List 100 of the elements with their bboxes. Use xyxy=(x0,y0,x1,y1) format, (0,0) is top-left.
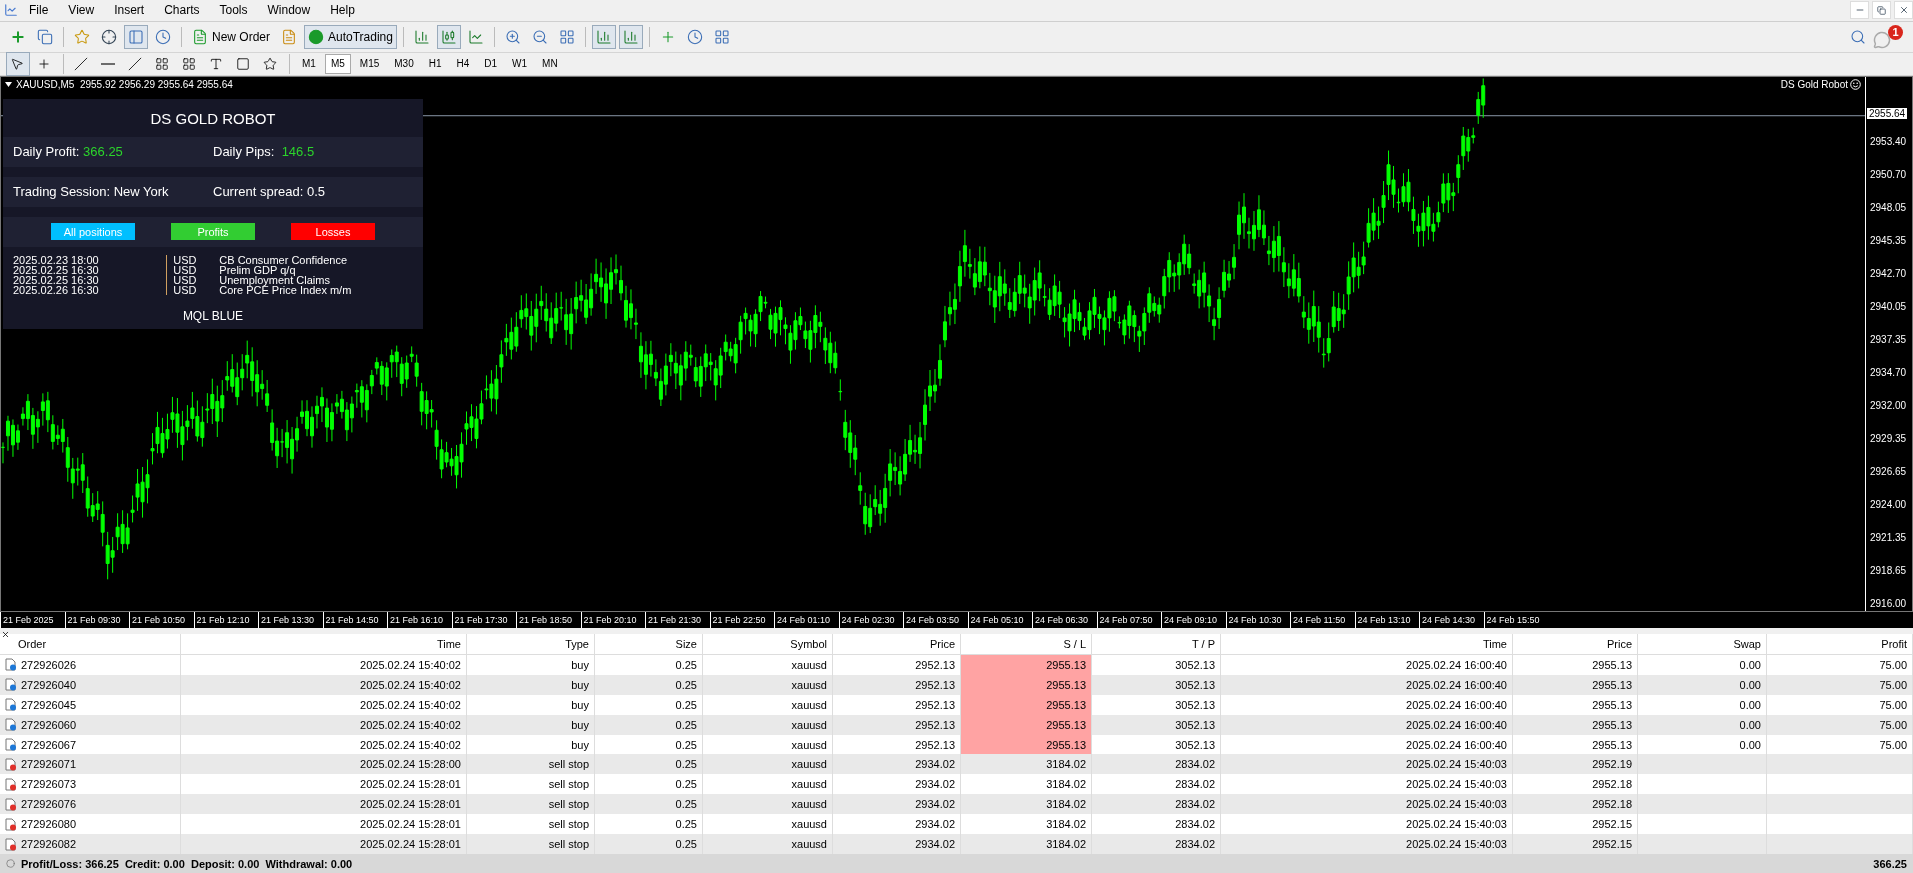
autotrading-button[interactable]: AutoTrading xyxy=(304,24,397,49)
timeframe-button[interactable]: M15 xyxy=(353,53,386,74)
order-icon xyxy=(5,797,17,811)
column-header[interactable]: Type xyxy=(467,634,595,654)
news-time: 2025.02.23 18:00 xyxy=(13,254,99,265)
table-cell: 0.25 xyxy=(595,694,703,715)
new-order-button[interactable]: New Order xyxy=(188,24,274,49)
document-icon xyxy=(281,28,297,45)
restore-icon xyxy=(1877,6,1886,15)
time-axis-label: 21 Feb 18:50 xyxy=(516,612,581,629)
price-axis-label: 2916.00 xyxy=(1869,596,1908,611)
price-axis-label: 2940.05 xyxy=(1869,299,1908,314)
timeframe-button[interactable]: MN xyxy=(536,53,564,74)
timeframe-button[interactable]: D1 xyxy=(478,53,504,74)
price-axis-label: 2950.70 xyxy=(1869,167,1908,182)
time-axis-label: 21 Feb 14:50 xyxy=(322,612,387,629)
timeframe-button[interactable]: W1 xyxy=(506,53,534,74)
menu-item[interactable]: Charts xyxy=(155,1,209,20)
close-icon xyxy=(1898,5,1909,16)
order-icon xyxy=(5,738,17,751)
table-cell: buy xyxy=(467,674,595,695)
close-button[interactable] xyxy=(1894,1,1913,20)
panel-footer: MQL BLUE xyxy=(3,294,423,329)
stat-text: Current spread: 0.5 xyxy=(213,184,326,200)
price-axis-label: 2948.05 xyxy=(1869,200,1908,215)
column-header[interactable]: Time xyxy=(1221,634,1513,654)
menu-item[interactable]: Tools xyxy=(210,1,257,20)
candlestick-button[interactable] xyxy=(436,24,461,49)
menu-item[interactable]: View xyxy=(59,1,104,20)
column-header[interactable]: Price xyxy=(833,634,961,654)
column-header[interactable]: Profit xyxy=(1767,634,1913,654)
timeframe-button[interactable]: M30 xyxy=(388,53,420,74)
timeframe-button[interactable]: M1 xyxy=(296,53,322,74)
clock-icon xyxy=(155,28,171,45)
text-tool-icon xyxy=(209,56,223,71)
time-axis-label: 24 Feb 01:10 xyxy=(774,612,839,629)
table-cell: 2955.13 xyxy=(1513,694,1638,715)
minimize-button[interactable] xyxy=(1850,1,1869,20)
cursor-button[interactable] xyxy=(6,51,30,76)
time-axis-label: 24 Feb 09:10 xyxy=(1161,612,1226,629)
menu-item[interactable]: Insert xyxy=(105,1,154,20)
table-cell: 2955.13 xyxy=(961,674,1092,695)
filter-button[interactable]: Losses xyxy=(291,223,375,241)
status-icon xyxy=(6,859,15,868)
price-axis-label: 2934.70 xyxy=(1869,365,1908,380)
restore-button[interactable] xyxy=(1872,1,1891,20)
price-axis-label: 2924.00 xyxy=(1869,497,1908,512)
table-cell: xauusd xyxy=(703,714,833,735)
column-header[interactable]: Symbol xyxy=(703,634,833,654)
table-cell: 272926040 xyxy=(0,674,181,695)
time-axis-label: 24 Feb 15:50 xyxy=(1483,612,1548,629)
price-axis-label: 2937.35 xyxy=(1869,332,1908,347)
notification-badge: 1 xyxy=(1888,24,1903,40)
timeframe-button[interactable]: H1 xyxy=(422,53,448,74)
menu-item[interactable]: Help xyxy=(321,1,364,20)
news-event: CB Consumer Confidence xyxy=(219,254,348,265)
crosshair-icon xyxy=(101,28,117,45)
news-currency: USD xyxy=(173,264,197,275)
current-price-label: 2955.64 xyxy=(1867,107,1908,119)
time-axis-label: 21 Feb 10:50 xyxy=(129,612,194,629)
bar-chart-icon xyxy=(413,28,430,45)
table-cell: 272926060 xyxy=(0,714,181,735)
column-header[interactable]: Time xyxy=(181,634,467,654)
timeframe-button[interactable]: H4 xyxy=(450,53,476,74)
timeframe-button[interactable]: M5 xyxy=(324,53,351,74)
time-axis-label: 21 Feb 2025 xyxy=(0,612,65,629)
menu-item[interactable]: Window xyxy=(258,1,320,20)
table-cell: 0.00 xyxy=(1638,694,1767,715)
chart-header: XAUUSD,M5 2955.92 2956.29 2955.64 2955.64 xyxy=(16,78,233,90)
column-header[interactable]: S / L xyxy=(961,634,1092,654)
table-cell: 2025.02.24 15:40:02 xyxy=(181,674,467,695)
table-cell: 2025.02.24 16:00:40 xyxy=(1221,654,1513,675)
new-order-icon xyxy=(192,28,208,45)
autotrading-icon xyxy=(308,28,324,45)
column-header[interactable]: Swap xyxy=(1638,634,1767,654)
menu-item[interactable]: File xyxy=(20,1,58,20)
table-cell: buy xyxy=(467,694,595,715)
time-axis-label: 21 Feb 12:10 xyxy=(193,612,258,629)
messages-button[interactable]: 1 xyxy=(1873,24,1903,49)
column-header[interactable]: Order xyxy=(0,634,181,654)
order-icon xyxy=(5,678,17,692)
price-axis-label: 2932.00 xyxy=(1869,398,1908,413)
time-axis-label: 24 Feb 05:10 xyxy=(967,612,1032,629)
search-icon xyxy=(1850,28,1866,45)
table-cell: 0.25 xyxy=(595,714,703,735)
table-cell: 272926045 xyxy=(0,694,181,715)
table-cell: 0.00 xyxy=(1638,714,1767,735)
panel-close-button[interactable] xyxy=(1,630,10,640)
time-axis-label: 24 Feb 03:50 xyxy=(903,612,968,629)
order-icon xyxy=(5,698,17,712)
table-cell: 3052.13 xyxy=(1092,654,1221,675)
table-cell: 0.00 xyxy=(1638,674,1767,695)
panel-title: DS GOLD ROBOT xyxy=(149,108,277,129)
order-icon xyxy=(5,658,17,672)
column-header[interactable]: Price xyxy=(1513,634,1638,654)
column-header[interactable]: T / P xyxy=(1092,634,1221,654)
trendline-icon xyxy=(128,56,142,71)
column-header[interactable]: Size xyxy=(595,634,703,654)
stat-text: Trading Session: New York xyxy=(13,184,170,200)
table-cell: buy xyxy=(467,714,595,735)
